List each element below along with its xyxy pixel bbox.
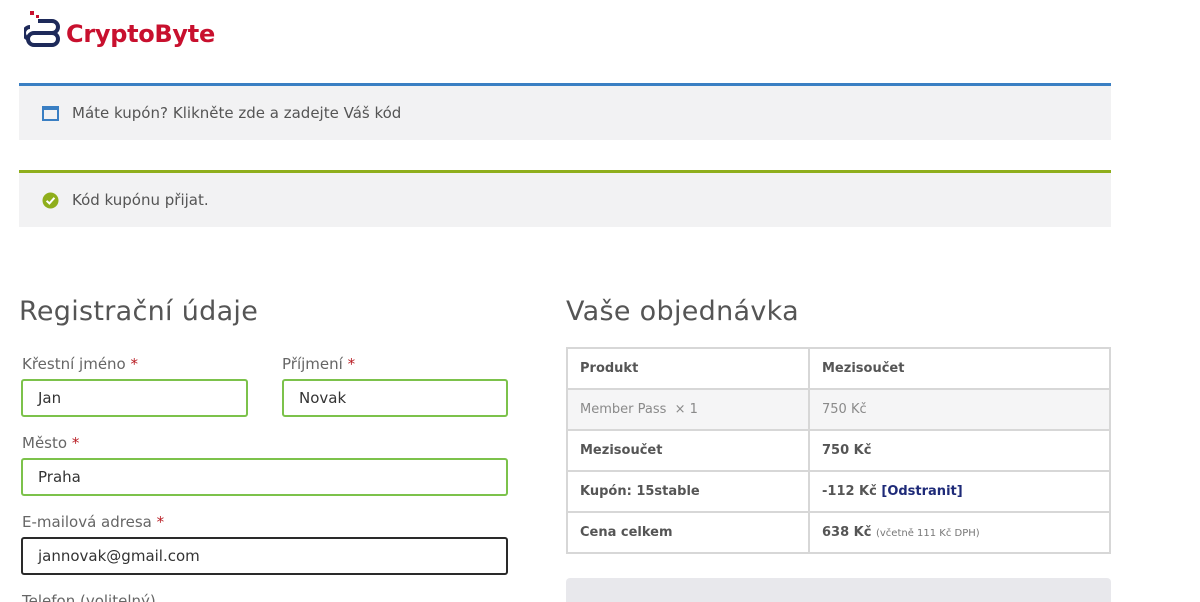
coupon-label: Kupón: 15stable [566,470,810,513]
check-circle-icon [41,191,59,209]
chain-link-icon [24,11,60,47]
subtotal-label: Mezisoučet [566,429,810,472]
first-name-label: Křestní jméno * [22,355,139,373]
show-coupon-link[interactable]: Klikněte zde a zadejte Váš kód [173,104,401,122]
column-header-subtotal: Mezisoučet [808,347,1111,390]
coupon-discount-cell: -112 Kč [Odstranit] [808,470,1111,513]
phone-label: Telefon (volitelný) [22,592,156,602]
product-price: 750 Kč [808,388,1111,431]
order-title: Vaše objednávka [566,296,799,327]
subtotal-value: 750 Kč [808,429,1111,472]
site-logo[interactable]: CryptoByte [24,9,215,57]
last-name-label: Příjmení * [282,355,356,373]
product-cell: Member Pass × 1 [566,388,810,431]
window-icon [41,104,59,122]
total-row: Cena celkem 638 Kč (včetně 111 Kč DPH) [566,511,1111,554]
total-value: 638 Kč [822,525,872,540]
product-quantity: × 1 [674,402,698,417]
table-row: Member Pass × 1 750 Kč [566,388,1111,431]
subtotal-row: Mezisoučet 750 Kč [566,429,1111,472]
logo-text: CryptoByte [66,20,215,48]
first-name-field[interactable]: Jan [21,379,248,417]
table-header-row: Produkt Mezisoučet [566,347,1111,390]
coupon-success-notice: Kód kupónu přijat. [19,170,1111,227]
product-name: Member Pass [580,402,667,417]
coupon-info-notice: Máte kupón? Klikněte zde a zadejte Váš k… [19,83,1111,140]
column-header-product: Produkt [566,347,810,390]
total-cell: 638 Kč (včetně 111 Kč DPH) [808,511,1111,554]
city-field[interactable]: Praha [21,458,508,496]
tax-note: (včetně 111 Kč DPH) [875,528,980,539]
email-field[interactable]: jannovak@gmail.com [21,537,508,575]
total-label: Cena celkem [566,511,810,554]
coupon-row: Kupón: 15stable -112 Kč [Odstranit] [566,470,1111,513]
remove-coupon-link[interactable]: [Odstranit] [881,484,962,499]
order-review-table: Produkt Mezisoučet Member Pass × 1 750 K… [566,347,1111,554]
coupon-prompt-text: Máte kupón? [72,104,168,122]
coupon-discount: -112 Kč [822,484,877,499]
billing-title: Registrační údaje [19,296,259,327]
payment-methods-box [566,578,1111,602]
coupon-success-text: Kód kupónu přijat. [72,191,209,209]
city-label: Město * [22,434,80,452]
email-label: E-mailová adresa * [22,513,165,531]
last-name-field[interactable]: Novak [282,379,508,417]
